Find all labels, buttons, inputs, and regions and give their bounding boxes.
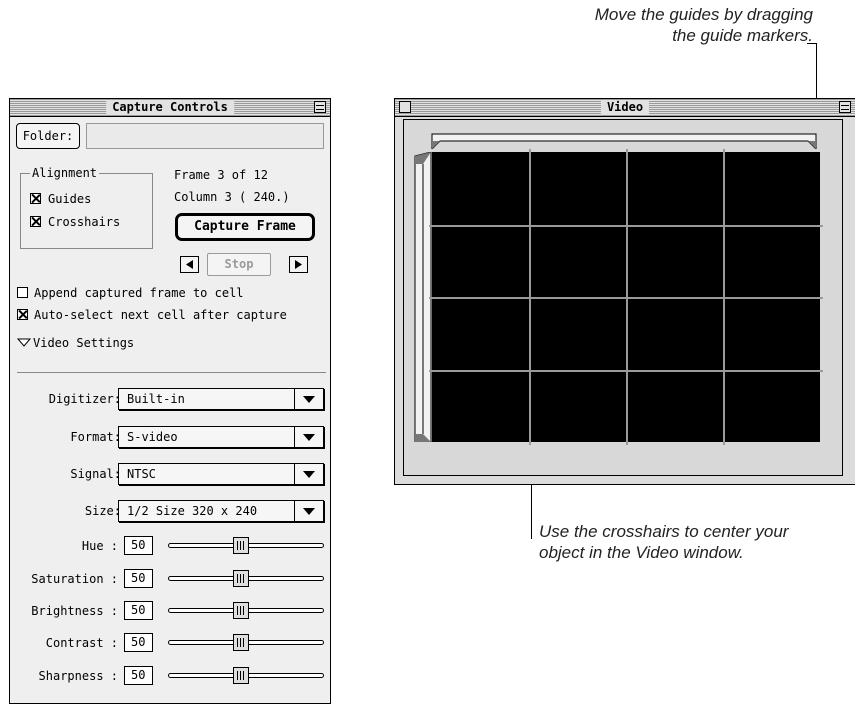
window-title: Capture Controls xyxy=(106,100,234,115)
alignment-group-title: Alignment xyxy=(30,166,100,180)
hue-value-field[interactable]: 50 xyxy=(124,536,153,555)
video-preview[interactable] xyxy=(429,149,823,445)
hue-slider-thumb[interactable] xyxy=(233,537,249,554)
format-value: S-video xyxy=(127,430,178,444)
folder-path-field[interactable] xyxy=(86,123,324,149)
video-settings-disclosure[interactable]: Video Settings xyxy=(15,335,165,351)
sharpness-value-field[interactable]: 50 xyxy=(124,666,153,685)
chevron-down-icon xyxy=(294,427,323,447)
left-arrow-icon xyxy=(186,260,193,269)
stop-button-label: Stop xyxy=(224,257,254,271)
disclosure-triangle-icon xyxy=(17,338,31,347)
grid-line-horizontal xyxy=(429,369,823,372)
append-frame-checkbox[interactable] xyxy=(17,287,28,298)
size-value: 1/2 Size 320 x 240 xyxy=(127,504,258,518)
crosshairs-callout: Use the crosshairs to center your object… xyxy=(539,521,839,563)
sharpness-label: Sharpness : xyxy=(38,669,118,683)
crosshairs-grid xyxy=(429,149,823,445)
brightness-value-field[interactable]: 50 xyxy=(124,601,153,620)
append-frame-label: Append captured frame to cell xyxy=(34,286,244,300)
sharpness-slider-thumb[interactable] xyxy=(233,667,249,684)
horizontal-guide-marker[interactable] xyxy=(428,133,820,149)
crosshairs-callout-line1: Use the crosshairs to center your xyxy=(539,522,789,541)
guides-callout-line1: Move the guides by dragging xyxy=(594,5,813,24)
crosshairs-label: Crosshairs xyxy=(48,215,121,229)
guides-label: Guides xyxy=(48,192,92,206)
folder-button[interactable]: Folder: xyxy=(16,123,80,149)
format-label: Format: xyxy=(70,430,121,444)
collapse-box-icon[interactable] xyxy=(314,101,326,113)
digitizer-label: Digitizer: xyxy=(48,392,121,406)
autoselect-next-cell-label: Auto-select next cell after capture xyxy=(34,308,287,322)
chevron-down-icon xyxy=(294,389,323,409)
video-window-title: Video xyxy=(600,100,650,115)
capture-controls-window: Capture Controls Folder: Alignment Guide… xyxy=(9,98,331,704)
guides-checkbox[interactable] xyxy=(30,193,41,204)
next-frame-button[interactable] xyxy=(289,256,308,273)
column-position-text: Column 3 ( 240.) xyxy=(174,190,290,204)
saturation-value-field[interactable]: 50 xyxy=(124,569,153,588)
contrast-label: Contrast : xyxy=(45,636,118,650)
crosshairs-callout-line2: object in the Video window. xyxy=(539,543,744,562)
guides-callout-line2: the guide markers. xyxy=(672,26,813,45)
contrast-value-field[interactable]: 50 xyxy=(124,633,153,652)
right-arrow-icon xyxy=(295,260,302,269)
crosshairs-checkbox[interactable] xyxy=(30,216,41,227)
guides-callout: Move the guides by dragging the guide ma… xyxy=(493,4,813,46)
grid-line-horizontal xyxy=(429,224,823,227)
collapse-box-icon[interactable] xyxy=(839,101,851,113)
brightness-slider-thumb[interactable] xyxy=(233,602,249,619)
capture-frame-button-label: Capture Frame xyxy=(194,219,296,234)
video-settings-label: Video Settings xyxy=(33,336,135,350)
digitizer-value: Built-in xyxy=(127,392,185,406)
digitizer-popup[interactable]: Built-in xyxy=(118,388,324,410)
stop-button[interactable]: Stop xyxy=(207,253,271,276)
size-label: Size: xyxy=(84,504,121,518)
saturation-slider-thumb[interactable] xyxy=(233,570,249,587)
format-popup[interactable]: S-video xyxy=(118,426,324,448)
signal-label: Signal: xyxy=(70,467,121,481)
frame-counter-text: Frame 3 of 12 xyxy=(174,168,268,182)
signal-value: NTSC xyxy=(127,467,156,481)
capture-controls-titlebar[interactable]: Capture Controls xyxy=(10,99,330,117)
capture-frame-button[interactable]: Capture Frame xyxy=(175,213,315,241)
saturation-label: Saturation : xyxy=(31,572,118,586)
alignment-group xyxy=(20,173,153,249)
autoselect-next-cell-checkbox[interactable] xyxy=(17,309,28,320)
brightness-label: Brightness : xyxy=(31,604,118,618)
grid-line-horizontal xyxy=(429,297,823,299)
folder-button-label: Folder: xyxy=(22,129,74,143)
section-divider xyxy=(17,372,326,373)
chevron-down-icon xyxy=(294,464,323,484)
video-titlebar[interactable]: Video xyxy=(395,99,855,117)
signal-popup[interactable]: NTSC xyxy=(118,463,324,485)
hue-label: Hue : xyxy=(81,539,118,553)
contrast-slider-thumb[interactable] xyxy=(233,634,249,651)
previous-frame-button[interactable] xyxy=(180,256,199,273)
chevron-down-icon xyxy=(294,501,323,521)
size-popup[interactable]: 1/2 Size 320 x 240 xyxy=(118,500,324,522)
close-box-icon[interactable] xyxy=(399,101,411,113)
